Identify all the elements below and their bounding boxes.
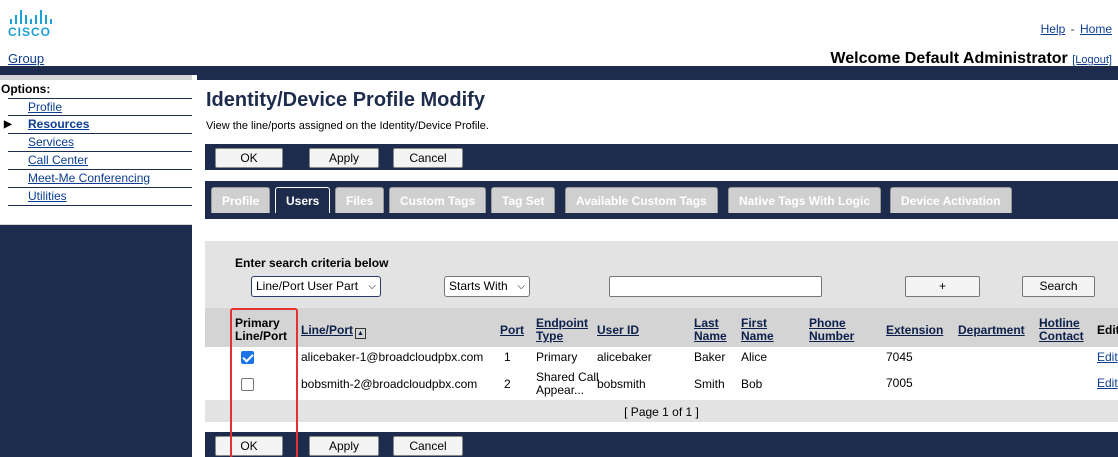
ok-button-top[interactable]: OK	[215, 148, 283, 168]
add-criteria-button[interactable]: +	[905, 276, 980, 297]
group-link[interactable]: Group	[8, 51, 44, 66]
search-mode-select-value: Starts With	[449, 279, 508, 293]
column-header-last-name[interactable]: Last Name	[694, 317, 727, 343]
tab-available-custom-tags[interactable]: Available Custom Tags	[565, 187, 718, 213]
sidebar-item-label[interactable]: Profile	[28, 100, 62, 114]
column-header-phone-number[interactable]: Phone Number	[809, 317, 854, 343]
tab-profile[interactable]: Profile	[211, 187, 271, 213]
sidebar-item-label[interactable]: Services	[28, 135, 74, 149]
cell-endpoint-type: Shared Call Appear...	[536, 370, 599, 397]
search-field-select[interactable]: Line/Port User Part ⌵	[251, 276, 381, 297]
column-header-edit: Edit	[1097, 323, 1118, 337]
page-indicator: [ Page 1 of 1 ]	[624, 405, 699, 419]
cell-last-name: Baker	[694, 350, 726, 364]
cell-user-id: alicebaker	[597, 350, 652, 364]
search-input[interactable]	[609, 276, 822, 297]
tab-users[interactable]: Users	[275, 187, 331, 213]
top-button-bar: OK Apply Cancel	[205, 144, 1118, 170]
help-link[interactable]: Help	[1041, 22, 1066, 36]
chevron-down-icon: ⌵	[517, 281, 525, 292]
search-title: Enter search criteria below	[235, 256, 389, 270]
cell-first-name: Bob	[741, 377, 763, 391]
tab-custom-tags[interactable]: Custom Tags	[389, 187, 487, 213]
tab-device-activation[interactable]: Device Activation	[890, 187, 1012, 213]
column-header-endpoint-type[interactable]: Endpoint Type	[536, 317, 588, 343]
tab-tag-set[interactable]: Tag Set	[491, 187, 556, 213]
current-section-arrow-icon: ▶	[4, 119, 12, 130]
cell-last-name: Smith	[694, 377, 725, 391]
edit-link[interactable]: Edit	[1097, 351, 1118, 364]
chevron-down-icon: ⌵	[368, 281, 376, 292]
welcome-text: Welcome Default Administrator	[830, 50, 1068, 67]
cell-line-port: bobsmith-2@broadcloudpbx.com	[301, 377, 478, 391]
sidebar-item-profile[interactable]: Profile	[8, 98, 192, 116]
tab-files[interactable]: Files	[335, 187, 385, 213]
sidebar-item-services[interactable]: Services	[8, 134, 192, 152]
column-header-user-id[interactable]: User ID	[597, 324, 639, 337]
sidebar: Options: Profile ▶ Resources Services Ca…	[0, 75, 192, 457]
tab-native-tags-with-logic[interactable]: Native Tags With Logic	[728, 187, 882, 213]
top-links-separator: -	[1070, 22, 1075, 36]
cisco-logo-text: CISCO	[8, 25, 52, 39]
sidebar-item-label[interactable]: Meet-Me Conferencing	[28, 171, 150, 185]
search-mode-select[interactable]: Starts With ⌵	[444, 276, 530, 297]
cell-extension: 7045	[886, 350, 913, 364]
table-row: bobsmith-2@broadcloudpbx.com 2 Shared Ca…	[205, 368, 1118, 400]
column-header-hotline-contact[interactable]: Hotline Contact	[1039, 317, 1084, 343]
home-link[interactable]: Home	[1080, 22, 1112, 36]
sidebar-item-resources[interactable]: ▶ Resources	[4, 116, 192, 134]
header-divider-bar	[0, 66, 1118, 75]
page-description: View the line/ports assigned on the Iden…	[206, 120, 489, 132]
column-header-extension[interactable]: Extension	[886, 324, 943, 337]
sidebar-footer-fill	[0, 225, 192, 457]
apply-button-top[interactable]: Apply	[309, 148, 379, 168]
tab-content-spacer	[205, 219, 1118, 241]
edit-link[interactable]: Edit	[1097, 377, 1118, 390]
cisco-logo-bars-icon	[10, 8, 72, 24]
cell-port: 1	[504, 350, 511, 364]
bottom-button-bar: OK Apply Cancel	[205, 432, 1118, 457]
cancel-button-top[interactable]: Cancel	[393, 148, 463, 168]
sidebar-item-utilities[interactable]: Utilities	[8, 188, 192, 206]
column-header-line-port[interactable]: Line/Port ▲	[301, 324, 367, 339]
column-header-department[interactable]: Department	[958, 324, 1025, 337]
sidebar-item-call-center[interactable]: Call Center	[8, 152, 192, 170]
logout-link[interactable]: [Logout]	[1072, 54, 1112, 66]
main-frame-top	[197, 75, 1118, 80]
sort-ascending-icon[interactable]: ▲	[355, 328, 367, 339]
search-field-select-value: Line/Port User Part	[256, 279, 359, 293]
table-header-row: Primary Line/Port Line/Port ▲ Port Endpoi…	[205, 308, 1118, 347]
cell-port: 2	[504, 377, 511, 391]
sidebar-item-label[interactable]: Utilities	[28, 189, 67, 203]
table-row: alicebaker-1@broadcloudpbx.com 1 Primary…	[205, 347, 1118, 368]
sidebar-title: Options:	[1, 82, 51, 96]
cell-first-name: Alice	[741, 350, 768, 364]
primary-line-port-highlight-box	[230, 308, 298, 457]
apply-button-bottom[interactable]: Apply	[309, 436, 379, 456]
cancel-button-bottom[interactable]: Cancel	[393, 436, 463, 456]
top-links: Help - Home	[1041, 22, 1112, 36]
cell-endpoint-type: Primary	[536, 350, 578, 364]
cisco-logo: CISCO	[8, 8, 72, 48]
sidebar-options: Options: Profile ▶ Resources Services Ca…	[0, 80, 192, 224]
page-title: Identity/Device Profile Modify	[206, 89, 485, 111]
sidebar-item-meet-me-conferencing[interactable]: Meet-Me Conferencing	[8, 170, 192, 188]
search-button[interactable]: Search	[1022, 276, 1095, 297]
sidebar-item-label[interactable]: Resources	[28, 117, 89, 131]
pager-row: [ Page 1 of 1 ]	[205, 400, 1118, 422]
cell-extension: 7005	[886, 376, 913, 390]
sidebar-item-label[interactable]: Call Center	[28, 153, 88, 167]
column-header-first-name[interactable]: First Name	[741, 317, 774, 343]
cell-line-port: alicebaker-1@broadcloudpbx.com	[301, 350, 484, 364]
cell-user-id: bobsmith	[597, 377, 646, 391]
column-header-port[interactable]: Port	[500, 324, 524, 337]
main-content: Identity/Device Profile Modify View the …	[197, 75, 1118, 457]
tab-bar: Profile Users Files Custom Tags Tag Set …	[205, 181, 1118, 219]
